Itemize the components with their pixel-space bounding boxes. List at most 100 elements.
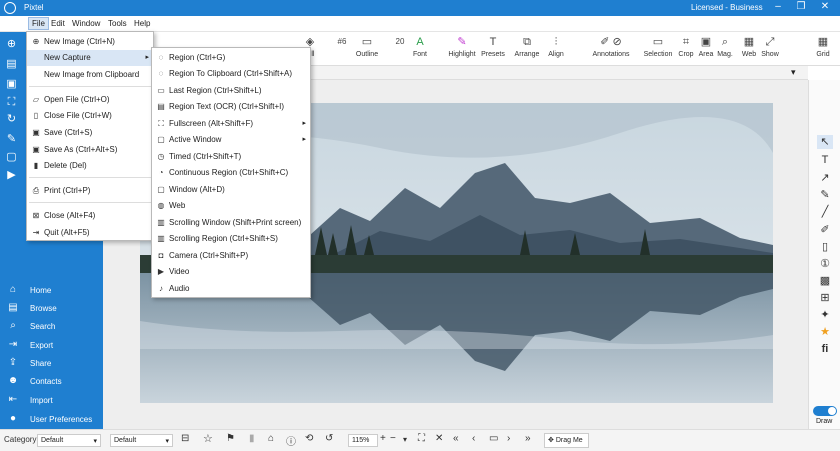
drag-me-button[interactable]: ✥ Drag Me — [544, 433, 589, 448]
nav-search[interactable]: ⌕ Search — [6, 319, 101, 335]
document-icon[interactable]: ▤ — [5, 58, 18, 71]
star-outline-icon[interactable]: ☆ — [203, 432, 213, 445]
annotations-button[interactable]: ✐ ⊘ Annotations — [583, 35, 639, 58]
pen-tool-icon[interactable]: ✎ — [817, 188, 833, 202]
category-select[interactable]: Default ▾ — [37, 434, 101, 447]
chevron-down-icon[interactable]: ▾ — [791, 67, 796, 78]
menu-item-new-capture[interactable]: New Capture ▸ — [27, 50, 153, 66]
default-select[interactable]: Default ▾ — [110, 434, 173, 447]
brush-tool-icon[interactable]: ✐ — [817, 223, 833, 237]
capture-region-text-ocr[interactable]: ▤ Region Text (OCR) (Ctrl+Shift+I) — [152, 99, 310, 115]
next-page-icon[interactable]: › — [507, 433, 510, 444]
previous-page-icon[interactable]: ‹ — [472, 433, 475, 444]
text-tool-icon[interactable]: T — [817, 153, 833, 167]
draw-toggle[interactable] — [813, 406, 837, 416]
nav-contacts[interactable]: ☻ Contacts — [6, 374, 101, 390]
window-icon[interactable]: ▢ — [5, 151, 18, 164]
menu-item-open-file[interactable]: ▱ Open File (Ctrl+O) — [27, 92, 153, 108]
capture-region-to-clipboard[interactable]: ◌ Region To Clipboard (Ctrl+Shift+A) — [152, 66, 310, 82]
capture-timed[interactable]: ◷ Timed (Ctrl+Shift+T) — [152, 149, 310, 165]
capture-continuous-region[interactable]: ◔ Continuous Region (Ctrl+Shift+C) — [152, 165, 310, 181]
video-camera-icon[interactable]: ▶ — [5, 169, 18, 182]
nav-browse[interactable]: ▤ Browse — [6, 301, 101, 317]
info-table-icon[interactable]: ⊟ — [181, 433, 189, 444]
menu-item-save-as[interactable]: ▣ Save As (Ctrl+Alt+S) — [27, 142, 153, 158]
edit-icon[interactable]: ✎ — [5, 133, 18, 146]
clipboard-icon[interactable]: ▣ — [5, 78, 18, 91]
step-number-icon[interactable]: ① — [817, 257, 833, 271]
page-tool-icon[interactable]: ▯ — [817, 240, 833, 254]
arrange-button[interactable]: ⧉ Arrange — [512, 35, 542, 58]
bookmark-icon[interactable]: ▮ — [249, 433, 255, 444]
last-page-icon[interactable]: » — [525, 433, 531, 444]
capture-video[interactable]: ▶ Video — [152, 264, 310, 280]
star-icon[interactable]: ★ — [817, 325, 833, 339]
capture-web[interactable]: ◍ Web — [152, 198, 310, 214]
menu-tools[interactable]: Tools — [105, 18, 130, 29]
zoom-out-icon[interactable]: − — [390, 433, 396, 444]
menu-item-close[interactable]: ⊠ Close (Alt+F4) — [27, 208, 153, 224]
nav-share[interactable]: ⇪ Share — [6, 356, 101, 372]
menu-help[interactable]: Help — [131, 18, 153, 29]
zoom-in-icon[interactable]: + — [380, 433, 386, 444]
zoom-menu-icon[interactable]: ▾ — [403, 435, 407, 444]
zoom-level[interactable]: 115% — [348, 434, 378, 447]
nav-home[interactable]: ⌂ Home — [6, 283, 101, 299]
sync-icon[interactable]: ⟲ — [305, 433, 313, 444]
capture-scrolling-window[interactable]: ▥ Scrolling Window (Shift+Print screen) — [152, 215, 310, 231]
align-button[interactable]: ⫶ Align — [545, 35, 567, 58]
highlight-button[interactable]: ✎ Highlight — [445, 35, 479, 58]
nav-user-preferences[interactable]: ● User Preferences — [6, 412, 101, 428]
capture-icon[interactable]: ⛶ — [5, 96, 18, 109]
fit-screen-icon[interactable]: ⛶ — [418, 433, 425, 444]
outline-button[interactable]: ▭ Outline — [347, 35, 387, 58]
info-icon[interactable]: ⓘ — [286, 433, 296, 448]
capture-region[interactable]: ◌ Region (Ctrl+G) — [152, 50, 310, 66]
presets-button[interactable]: T Presets — [480, 35, 506, 58]
menu-item-new-image[interactable]: ⊕ New Image (Ctrl+N) — [27, 34, 153, 50]
tag-icon[interactable]: ⌂ — [268, 433, 274, 444]
menu-item-new-from-clipboard[interactable]: New Image from Clipboard — [27, 67, 153, 83]
first-page-icon[interactable]: « — [453, 433, 459, 444]
flag-icon[interactable]: ⚑ — [226, 433, 235, 444]
pointer-icon[interactable]: ↖ — [817, 135, 833, 149]
mag-button[interactable]: ⌕ Mag. — [716, 35, 734, 58]
menu-edit[interactable]: Edit — [48, 18, 68, 29]
area-button[interactable]: ▣ Area — [697, 35, 715, 58]
grid-button[interactable]: ▦ Grid — [812, 35, 834, 58]
add-icon[interactable]: ⊕ — [5, 38, 18, 51]
menu-window[interactable]: Window — [69, 18, 103, 29]
line-tool-icon[interactable]: ╱ — [817, 205, 833, 219]
capture-fullscreen[interactable]: ⛶ Fullscreen (Alt+Shift+F) ▸ — [152, 116, 310, 132]
font-button[interactable]: A Font — [409, 35, 431, 58]
web-button[interactable]: ▦ Web — [740, 35, 758, 58]
menu-item-print[interactable]: ⎙ Print (Ctrl+P) — [27, 183, 153, 199]
arrow-tool-icon[interactable]: ↗ — [817, 171, 833, 185]
effects-icon[interactable]: fi — [817, 342, 833, 356]
capture-camera[interactable]: ◘ Camera (Ctrl+Shift+P) — [152, 248, 310, 264]
capture-window[interactable]: ▢ Window (Alt+D) — [152, 182, 310, 198]
close-icon[interactable]: ✕ — [815, 1, 835, 12]
nav-import[interactable]: ⇤ Import — [6, 393, 101, 409]
history-icon[interactable]: ↺ — [325, 433, 333, 444]
nav-export[interactable]: ⇥ Export — [6, 338, 101, 354]
capture-active-window[interactable]: ▢ Active Window ▸ — [152, 132, 310, 148]
blur-tool-icon[interactable]: ⊞ — [817, 291, 833, 305]
restore-icon[interactable]: ❐ — [791, 1, 811, 12]
crop-button[interactable]: ⌗ Crop — [677, 35, 695, 58]
capture-audio[interactable]: ♪ Audio — [152, 281, 310, 297]
sparkle-icon[interactable]: ✦ — [817, 308, 833, 322]
menu-item-delete[interactable]: ▮ Delete (Del) — [27, 158, 153, 174]
menu-item-save[interactable]: ▣ Save (Ctrl+S) — [27, 125, 153, 141]
capture-last-region[interactable]: ▭ Last Region (Ctrl+Shift+L) — [152, 83, 310, 99]
actual-size-icon[interactable]: ✕ — [435, 433, 443, 444]
font-size-select[interactable]: 20 — [390, 35, 410, 49]
show-button[interactable]: ⤢ Show — [759, 35, 781, 58]
image-tool-icon[interactable]: ▩ — [817, 274, 833, 288]
selection-button[interactable]: ▭ Selection — [642, 35, 674, 58]
history-icon[interactable]: ↻ — [5, 113, 18, 126]
page-frame-icon[interactable]: ▭ — [489, 433, 498, 444]
menu-file[interactable]: File — [28, 17, 49, 30]
capture-scrolling-region[interactable]: ▥ Scrolling Region (Ctrl+Shift+S) — [152, 231, 310, 247]
minimize-icon[interactable]: – — [768, 1, 788, 12]
